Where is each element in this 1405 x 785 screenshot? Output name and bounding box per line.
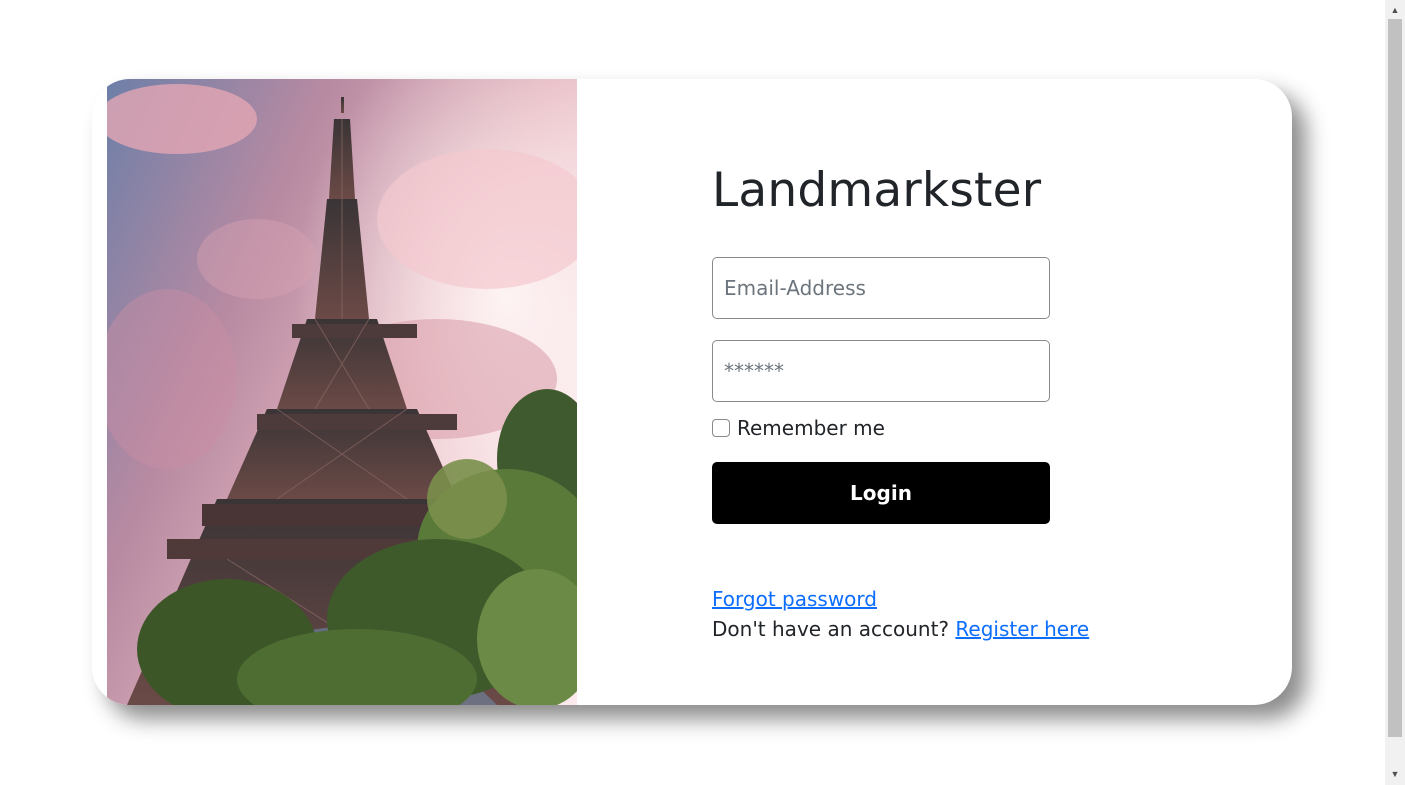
remember-me-label[interactable]: Remember me	[737, 416, 885, 440]
register-prompt: Don't have an account?	[712, 617, 956, 641]
app-title: Landmarkster	[712, 163, 1042, 218]
password-field[interactable]	[712, 340, 1050, 402]
vertical-scrollbar[interactable]: ▲ ▼	[1385, 0, 1405, 785]
eiffel-tower-image	[107, 79, 577, 705]
page: Landmarkster Remember me Login Forgot pa…	[0, 0, 1405, 785]
register-line: Don't have an account? Register here	[712, 617, 1089, 641]
remember-me-checkbox[interactable]	[712, 419, 730, 437]
email-field[interactable]	[712, 257, 1050, 319]
register-link[interactable]: Register here	[955, 617, 1089, 641]
login-button[interactable]: Login	[712, 462, 1050, 524]
login-form: Landmarkster Remember me Login Forgot pa…	[712, 79, 1212, 705]
scroll-down-arrow-icon[interactable]: ▼	[1385, 766, 1405, 783]
login-card: Landmarkster Remember me Login Forgot pa…	[92, 79, 1292, 705]
remember-me-row: Remember me	[712, 416, 885, 440]
forgot-password-link[interactable]: Forgot password	[712, 587, 877, 611]
scroll-up-arrow-icon[interactable]: ▲	[1385, 2, 1405, 19]
scrollbar-thumb[interactable]	[1388, 19, 1402, 737]
